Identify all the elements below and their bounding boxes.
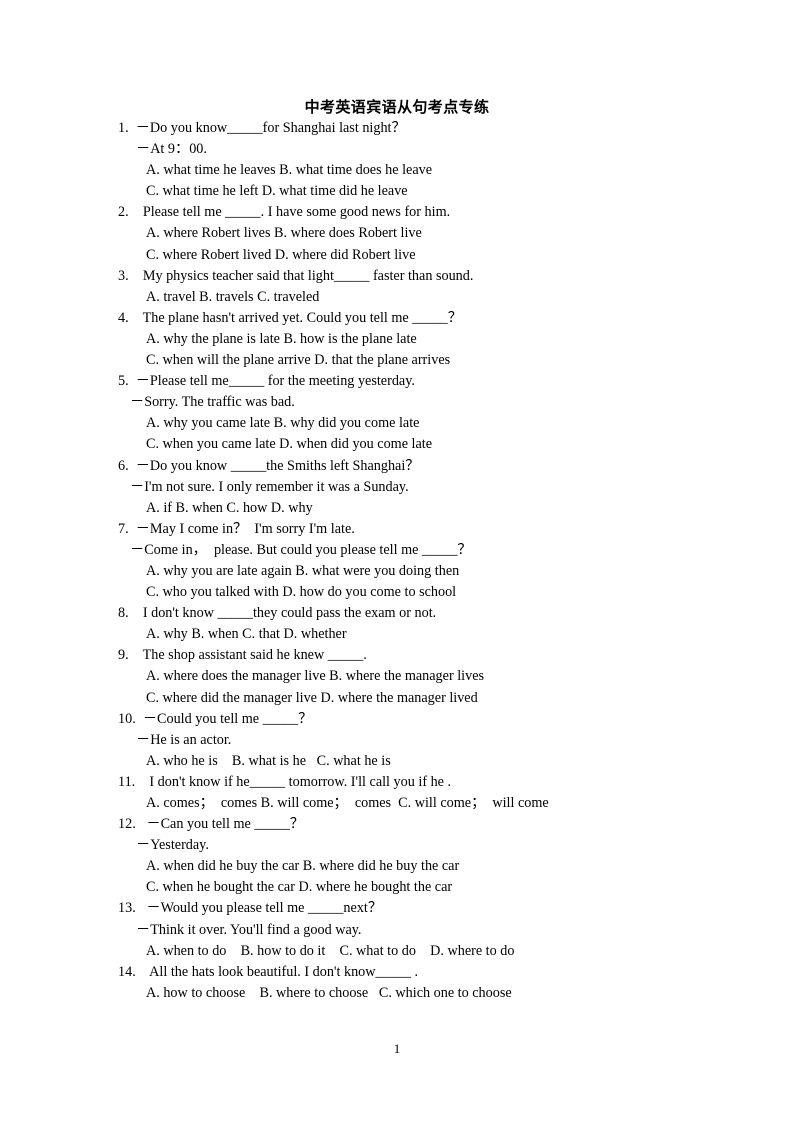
question-options-line: A. who he is B. what is he C. what he is xyxy=(146,752,391,769)
question-text-line: 5. －Please tell me_____ for the meeting … xyxy=(118,373,415,390)
question-text-line: 3. My physics teacher said that light___… xyxy=(118,267,474,284)
question-options-line: C. when you came late D. when did you co… xyxy=(146,436,433,453)
question-text-line: －Think it over. You'll find a good way. xyxy=(136,921,362,938)
question-text-line: －I'm not sure. I only remember it was a … xyxy=(130,478,409,495)
question-text-line: 7. －May I come in？ I'm sorry I'm late. xyxy=(118,520,355,537)
question-item: 12. －Can you tell me _____？ －Yesterday. A.… xyxy=(118,814,718,898)
question-options-line: A. when did he buy the car B. where did … xyxy=(146,858,460,875)
question-options-line: C. what time he left D. what time did he… xyxy=(146,183,408,200)
question-item: 3. My physics teacher said that light___… xyxy=(118,266,718,308)
question-options-line: A. where Robert lives B. where does Robe… xyxy=(146,225,422,242)
question-text-line: 1. －Do you know_____for Shanghai last ni… xyxy=(118,120,406,136)
question-options-line: A. why B. when C. that D. whether xyxy=(146,626,347,643)
question-text-line: －Yesterday. xyxy=(136,837,209,854)
question-item: 14. All the hats look beautiful. I don't… xyxy=(118,962,718,1004)
document-page: 中考英语宾语从句考点专练 1. －Do you know_____for Sha… xyxy=(0,0,794,1123)
question-text-line: 14. All the hats look beautiful. I don't… xyxy=(118,963,419,980)
page-number: 1 xyxy=(393,1041,401,1056)
question-item: 8. I don't know _____they could pass the… xyxy=(118,603,718,645)
question-options-line: C. when he bought the car D. where he bo… xyxy=(146,879,453,896)
question-options-line: A. why you are late again B. what were y… xyxy=(146,562,460,579)
question-options-line: A. why you came late B. why did you come… xyxy=(146,415,420,432)
question-text-line: 11. I don't know if he_____ tomorrow. I'… xyxy=(118,773,452,790)
question-item: 7. －May I come in？ I'm sorry I'm late. －C… xyxy=(118,519,718,603)
question-text-line: 8. I don't know _____they could pass the… xyxy=(118,605,437,622)
question-options-line: A. comes； comes B. will come； comes C. w… xyxy=(146,795,549,811)
question-options-line: A. why the plane is late B. how is the p… xyxy=(146,330,417,347)
question-text-line: 10. －Could you tell me _____？ xyxy=(118,710,313,727)
question-options-line: A. when to do B. how to do it C. what to… xyxy=(146,942,515,959)
question-options-line: C. who you talked with D. how do you com… xyxy=(146,584,457,601)
question-options-line: A. what time he leaves B. what time does… xyxy=(146,162,433,179)
question-text-line: －Sorry. The traffic was bad. xyxy=(130,394,295,411)
question-item: 5. －Please tell me_____ for the meeting … xyxy=(118,371,718,455)
question-options-line: C. where Robert lived D. where did Rober… xyxy=(146,246,416,263)
question-options-line: A. how to choose B. where to choose C. w… xyxy=(146,984,512,1001)
question-options-line: A. if B. when C. how D. why xyxy=(146,499,313,516)
question-text-line: －Come in， please. But could you please t… xyxy=(130,541,472,558)
question-text-line: 9. The shop assistant said he knew _____… xyxy=(118,647,367,664)
question-text-line: －He is an actor. xyxy=(136,731,232,748)
question-text-line: －At 9：00. xyxy=(136,141,207,158)
question-text-line: 2. Please tell me _____. I have some goo… xyxy=(118,204,451,221)
question-text-line: 12. －Can you tell me _____？ xyxy=(118,816,304,833)
question-item: 11. I don't know if he_____ tomorrow. I'… xyxy=(118,772,718,814)
question-options-line: A. travel B. travels C. traveled xyxy=(146,288,320,305)
question-item: 10. －Could you tell me _____？ －He is an a… xyxy=(118,709,718,772)
question-item: 6. －Do you know _____the Smiths left Sha… xyxy=(118,456,718,519)
question-text-line: 6. －Do you know _____the Smiths left Sha… xyxy=(118,457,420,474)
question-item: 9. The shop assistant said he knew _____… xyxy=(118,645,718,708)
question-item: 13. －Would you please tell me _____next？… xyxy=(118,898,718,961)
question-options-line: C. when will the plane arrive D. that th… xyxy=(146,352,451,369)
question-text-line: 13. －Would you please tell me _____next？ xyxy=(118,900,383,917)
question-options-line: C. where did the manager live D. where t… xyxy=(146,689,478,706)
question-text-line: 4. The plane hasn't arrived yet. Could y… xyxy=(118,309,462,326)
question-list: 1. －Do you know_____for Shanghai last ni… xyxy=(118,118,718,1004)
question-item: 2. Please tell me _____. I have some goo… xyxy=(118,202,718,265)
question-item: 1. －Do you know_____for Shanghai last ni… xyxy=(118,118,718,202)
page-title: 中考英语宾语从句考点专练 xyxy=(304,98,490,116)
question-options-line: A. where does the manager live B. where … xyxy=(146,668,485,685)
question-item: 4. The plane hasn't arrived yet. Could y… xyxy=(118,308,718,371)
